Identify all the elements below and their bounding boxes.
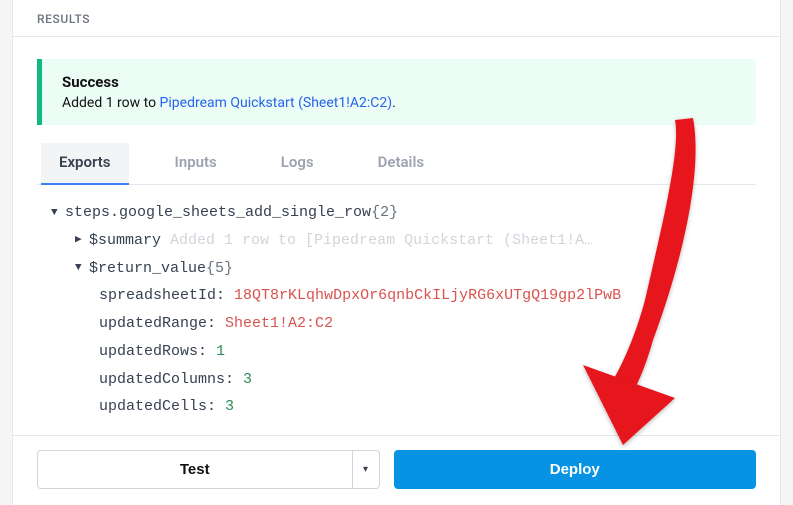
tree-kv-row: updatedRows: 1 [51, 338, 756, 366]
tabs: Exports Inputs Logs Details [37, 143, 756, 185]
button-bar: Test ▾ Deploy [13, 435, 780, 505]
chevron-down-icon: ▾ [363, 464, 368, 475]
tab-details[interactable]: Details [360, 143, 442, 185]
tree-kv-key: updatedColumns: [99, 366, 234, 394]
exports-tree: ▼ steps.google_sheets_add_single_row {2}… [37, 185, 756, 433]
deploy-button[interactable]: Deploy [394, 450, 757, 489]
success-link[interactable]: Pipedream Quickstart (Sheet1!A2:C2) [160, 95, 393, 111]
tab-inputs[interactable]: Inputs [157, 143, 235, 185]
tree-return-count: {5} [206, 255, 233, 283]
tree-summary-key: $summary [89, 227, 161, 255]
tree-kv-row: updatedCells: 3 [51, 393, 756, 421]
tree-kv-row: spreadsheetId: 18QT8rKLqhwDpxOr6qnbCkILj… [51, 282, 756, 310]
tree-kv-key: updatedCells: [99, 393, 216, 421]
tree-kv-key: updatedRows: [99, 338, 207, 366]
tree-kv-value: 1 [216, 338, 225, 366]
results-header: RESULTS [13, 0, 780, 37]
caret-down-icon: ▼ [75, 258, 89, 278]
success-banner: Success Added 1 row to Pipedream Quickst… [37, 59, 756, 125]
tree-summary-preview: Added 1 row to [Pipedream Quickstart (Sh… [170, 227, 593, 255]
tree-root[interactable]: ▼ steps.google_sheets_add_single_row {2} [51, 199, 756, 227]
tree-kv-key: spreadsheetId: [99, 282, 225, 310]
tree-kv-value: Sheet1!A2:C2 [225, 310, 333, 338]
tree-kv-key: updatedRange: [99, 310, 216, 338]
success-message: Added 1 row to Pipedream Quickstart (She… [62, 95, 736, 111]
tree-return-key: $return_value [89, 255, 206, 283]
tree-root-label: steps.google_sheets_add_single_row [65, 199, 371, 227]
tree-kv-value: 18QT8rKLqhwDpxOr6qnbCkILjyRG6xUTgQ19gp2l… [234, 282, 621, 310]
success-message-prefix: Added 1 row to [62, 95, 160, 111]
tree-kv-value: 3 [243, 366, 252, 394]
tree-kv-row: updatedColumns: 3 [51, 366, 756, 394]
caret-down-icon: ▼ [51, 203, 65, 223]
tree-kv-value: 3 [225, 393, 234, 421]
tab-exports[interactable]: Exports [41, 143, 129, 185]
tree-summary[interactable]: ▶ $summary Added 1 row to [Pipedream Qui… [51, 227, 756, 255]
caret-right-icon: ▶ [75, 230, 89, 250]
success-title: Success [62, 73, 736, 91]
tree-kv-row: updatedRange: Sheet1!A2:C2 [51, 310, 756, 338]
tree-return-value[interactable]: ▼ $return_value {5} [51, 255, 756, 283]
test-dropdown-button[interactable]: ▾ [352, 450, 380, 489]
test-button[interactable]: Test [37, 450, 352, 489]
tree-root-count: {2} [371, 199, 398, 227]
tab-logs[interactable]: Logs [263, 143, 332, 185]
success-message-suffix: . [392, 95, 396, 111]
